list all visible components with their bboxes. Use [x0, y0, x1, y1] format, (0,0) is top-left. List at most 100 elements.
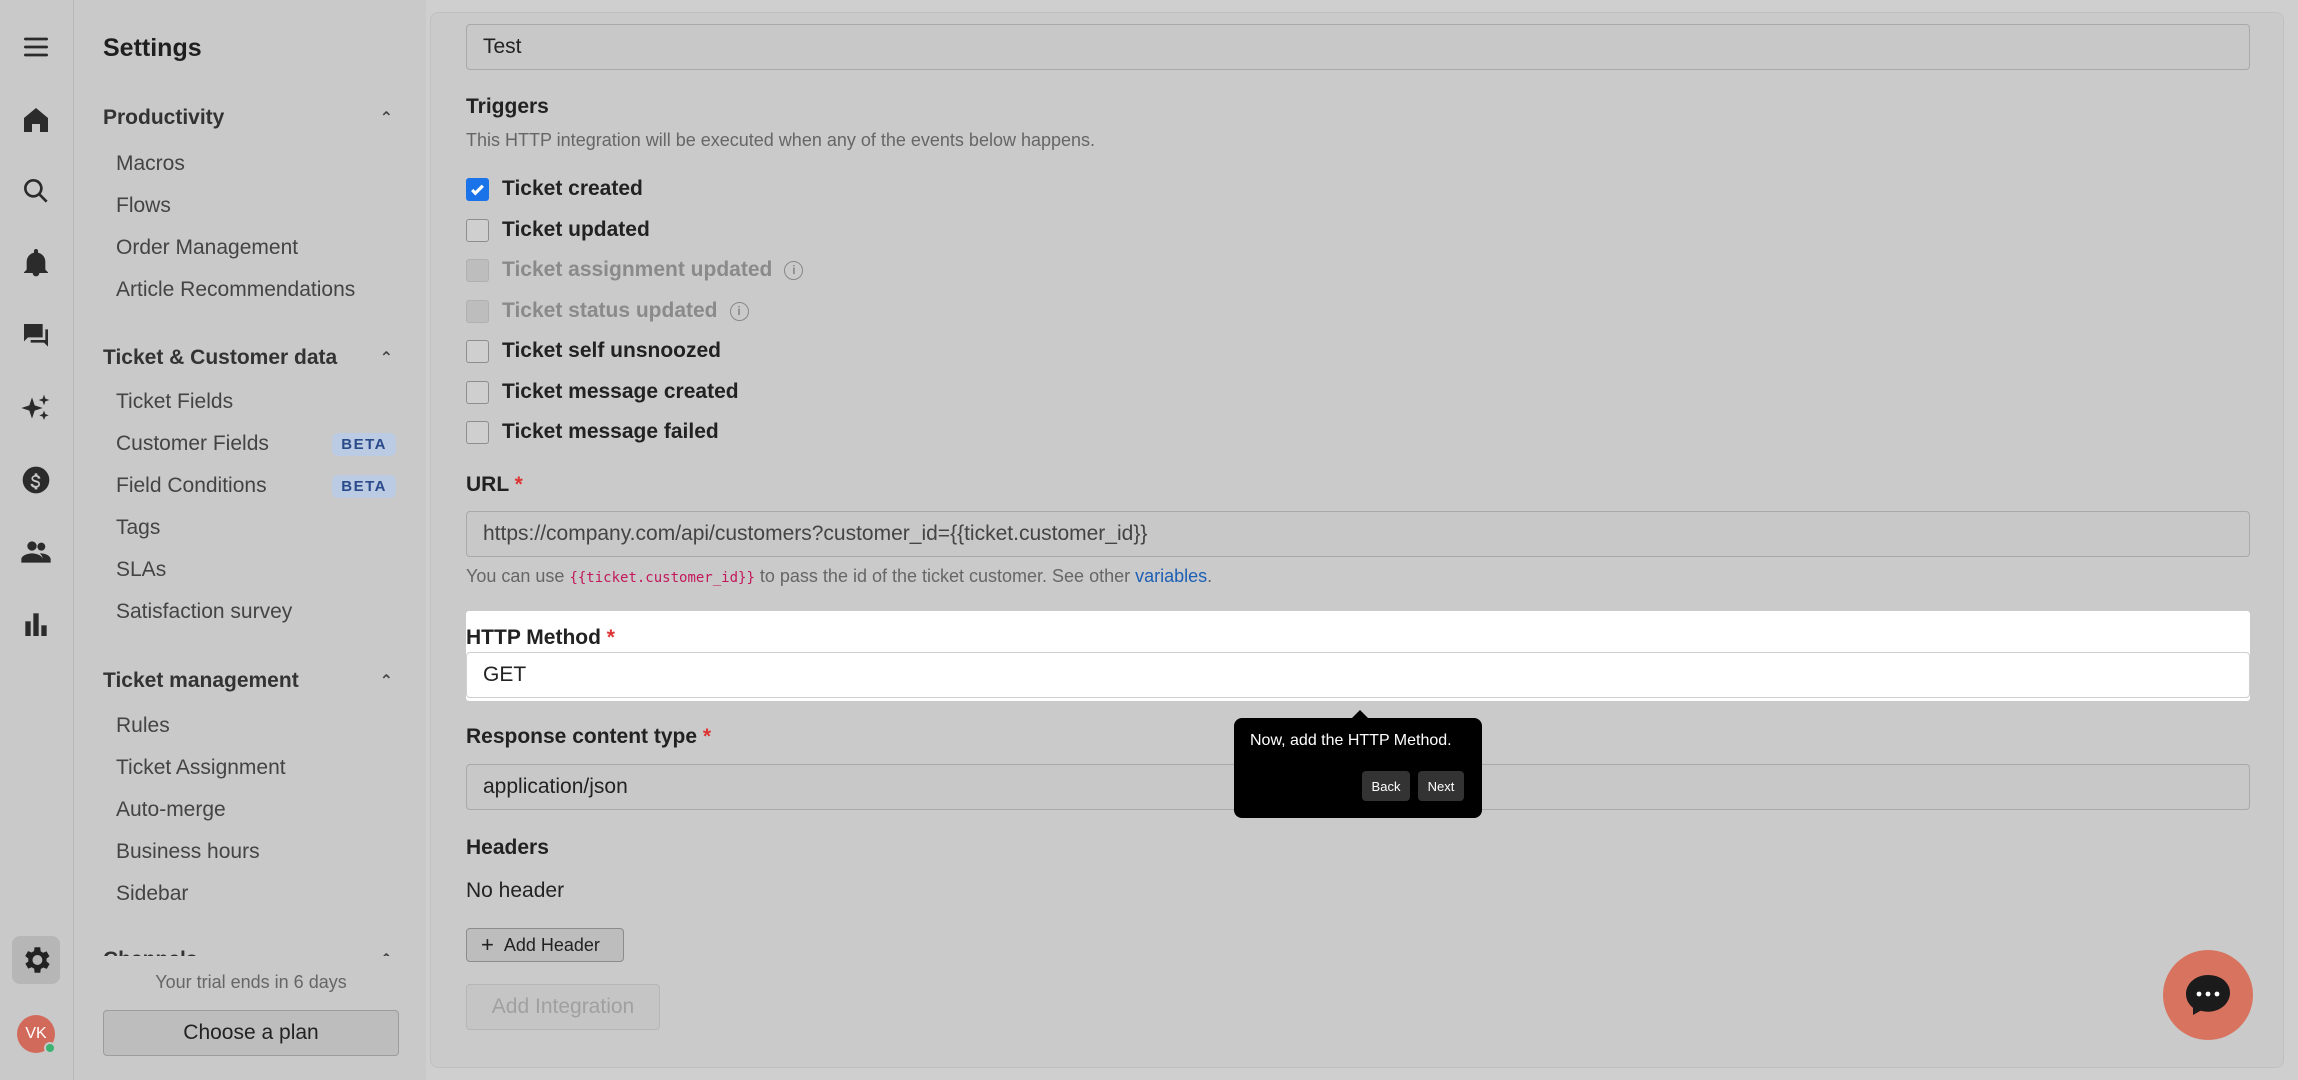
info-icon[interactable]: i — [784, 260, 804, 280]
sidebar-item-auto-merge[interactable]: Auto-merge — [116, 798, 396, 822]
people-icon[interactable] — [17, 533, 55, 571]
section-channels[interactable]: Channels ⌃ — [103, 948, 393, 956]
bar-chart-icon[interactable] — [17, 605, 55, 643]
http-method-select[interactable]: GET — [466, 652, 2250, 698]
sidebar-item-tags[interactable]: Tags — [116, 516, 396, 540]
sidebar-item-label: Tags — [116, 516, 161, 539]
checkbox-disabled — [466, 258, 489, 282]
checkbox-disabled — [466, 299, 489, 323]
http-method-spotlight: HTTP Method * GET — [466, 611, 2250, 701]
url-help-prefix: You can use — [466, 566, 565, 586]
variables-link[interactable]: variables — [1135, 566, 1207, 586]
section-ticket-customer-data[interactable]: Ticket & Customer data ⌃ — [103, 346, 393, 370]
trigger-ticket-message-failed[interactable]: Ticket message failed — [466, 420, 719, 444]
response-type-label: Response content type * — [466, 725, 711, 749]
sidebar-item-label: Business hours — [116, 840, 260, 863]
search-icon[interactable] — [17, 172, 55, 210]
menu-icon[interactable] — [17, 28, 55, 66]
sidebar-item-label: Customer Fields — [116, 432, 269, 455]
sidebar-item-customer-fields[interactable]: Customer Fields BETA — [116, 432, 396, 456]
sidebar-item-label: Rules — [116, 714, 170, 737]
sidebar-item-label: Flows — [116, 194, 171, 217]
url-input[interactable]: https://company.com/api/customers?custom… — [466, 511, 2250, 557]
sidebar-item-article-recommendations[interactable]: Article Recommendations — [116, 278, 396, 302]
trigger-label: Ticket message failed — [502, 420, 719, 443]
tooltip-next-button[interactable]: Next — [1418, 771, 1464, 801]
trigger-label: Ticket status updated — [502, 299, 718, 322]
http-method-label-text: HTTP Method — [466, 626, 601, 649]
sidebar-item-rules[interactable]: Rules — [116, 714, 396, 738]
checkbox-checked[interactable] — [466, 177, 489, 201]
sidebar-item-label: Ticket Fields — [116, 390, 234, 413]
nav-rail: VK — [0, 0, 74, 1080]
settings-gear-icon[interactable] — [12, 936, 60, 984]
response-type-label-text: Response content type — [466, 725, 698, 748]
sidebar-item-field-conditions[interactable]: Field Conditions BETA — [116, 474, 396, 498]
sidebar-item-slas[interactable]: SLAs — [116, 558, 396, 582]
info-icon[interactable]: i — [729, 301, 749, 321]
bell-icon[interactable] — [17, 244, 55, 282]
chat-launcher-button[interactable] — [2163, 950, 2253, 1040]
triggers-help: This HTTP integration will be executed w… — [466, 130, 1096, 150]
sidebar-item-label: Auto-merge — [116, 798, 226, 821]
sidebar-item-ticket-assignment[interactable]: Ticket Assignment — [116, 756, 396, 780]
tooltip-back-button[interactable]: Back — [1362, 771, 1410, 801]
add-header-label: Add Header — [503, 934, 600, 955]
checkbox[interactable] — [466, 420, 489, 444]
dollar-icon[interactable] — [17, 461, 55, 499]
checkbox[interactable] — [466, 218, 489, 242]
sidebar-item-label: SLAs — [116, 558, 167, 581]
section-label: Ticket & Customer data — [103, 346, 338, 369]
trigger-ticket-updated[interactable]: Ticket updated — [466, 218, 650, 242]
triggers-title: Triggers — [466, 95, 549, 118]
url-label: URL * — [466, 473, 523, 497]
tooltip-text: Now, add the HTTP Method. — [1250, 732, 1452, 749]
checkbox[interactable] — [466, 380, 489, 404]
sidebar-item-sidebar[interactable]: Sidebar — [116, 882, 396, 906]
trigger-ticket-created[interactable]: Ticket created — [466, 177, 643, 201]
required-mark: * — [606, 626, 615, 649]
sidebar-item-satisfaction-survey[interactable]: Satisfaction survey — [116, 600, 396, 624]
sidebar-item-label: Satisfaction survey — [116, 600, 293, 623]
section-label: Channels — [103, 948, 198, 956]
add-integration-button[interactable]: Add Integration — [466, 984, 660, 1030]
beta-badge: BETA — [332, 474, 396, 498]
onboarding-tooltip: Now, add the HTTP Method. Back Next — [1234, 710, 1482, 818]
sidebar-item-label: Article Recommendations — [116, 278, 356, 301]
add-header-button[interactable]: + Add Header — [466, 928, 624, 962]
trigger-ticket-status-updated: Ticket status updated i — [466, 299, 749, 323]
trigger-ticket-message-created[interactable]: Ticket message created — [466, 380, 739, 404]
sidebar-item-macros[interactable]: Macros — [116, 152, 396, 176]
section-ticket-management[interactable]: Ticket management ⌃ — [103, 669, 393, 693]
section-label: Ticket management — [103, 669, 299, 692]
headers-title: Headers — [466, 836, 549, 859]
sidebar-item-order-management[interactable]: Order Management — [116, 236, 396, 260]
trigger-label: Ticket self unsnoozed — [502, 339, 721, 362]
url-help: You can use {{ticket.customer_id}} to pa… — [466, 566, 1212, 587]
url-help-middle: to pass the id of the ticket customer. S… — [759, 566, 1131, 586]
sidebar-item-label: Ticket Assignment — [116, 756, 286, 779]
sidebar-item-business-hours[interactable]: Business hours — [116, 840, 396, 864]
chat-bubble-icon — [2186, 975, 2230, 1015]
integration-form: Test Triggers This HTTP integration will… — [430, 12, 2284, 1068]
trigger-ticket-self-unsnoozed[interactable]: Ticket self unsnoozed — [466, 339, 721, 363]
sidebar-item-flows[interactable]: Flows — [116, 194, 396, 218]
sidebar-item-label: Order Management — [116, 236, 299, 259]
sidebar-item-label: Sidebar — [116, 882, 189, 905]
settings-title: Settings — [103, 34, 202, 62]
checkbox[interactable] — [466, 339, 489, 363]
home-icon[interactable] — [17, 101, 55, 139]
choose-plan-button[interactable]: Choose a plan — [103, 1010, 399, 1056]
section-productivity[interactable]: Productivity ⌃ — [103, 106, 393, 130]
trigger-label: Ticket updated — [502, 218, 650, 241]
avatar[interactable]: VK — [17, 1015, 56, 1054]
sidebar-item-label: Macros — [116, 152, 185, 175]
chat-bubbles-icon[interactable] — [17, 317, 55, 355]
required-mark: * — [702, 725, 712, 748]
chevron-up-icon: ⌃ — [379, 350, 393, 367]
chevron-up-icon: ⌃ — [380, 950, 393, 956]
trigger-label: Ticket assignment updated — [502, 258, 773, 281]
sparkles-icon[interactable] — [17, 389, 55, 427]
sidebar-item-ticket-fields[interactable]: Ticket Fields — [116, 390, 396, 414]
integration-name-input[interactable]: Test — [466, 24, 2250, 70]
